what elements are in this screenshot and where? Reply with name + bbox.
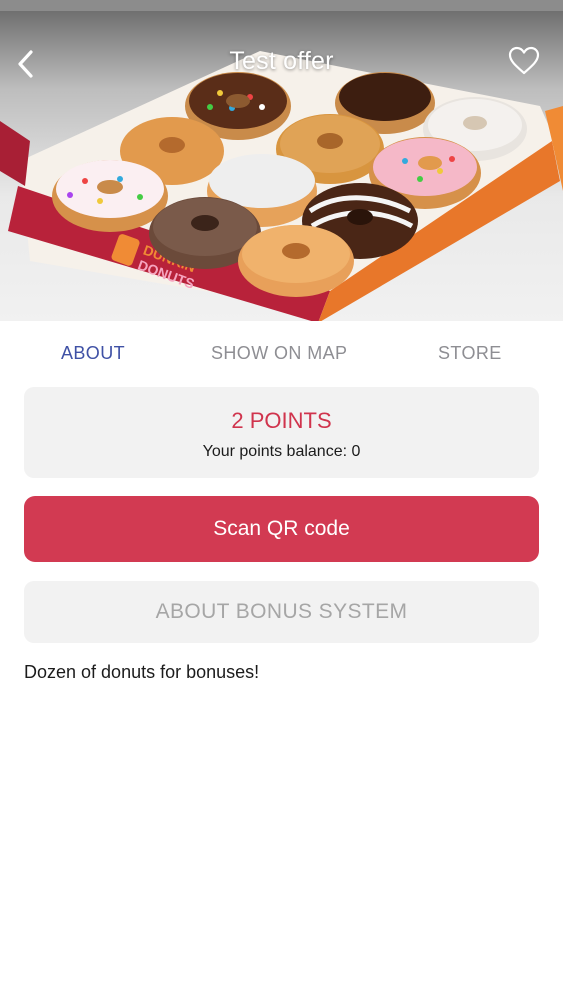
- tab-about[interactable]: ABOUT: [61, 343, 125, 364]
- screen: DUNKIN' DONUTS: [0, 0, 563, 1000]
- scan-qr-button[interactable]: Scan QR code: [24, 496, 539, 562]
- points-balance: Your points balance: 0: [202, 443, 361, 460]
- favorite-button[interactable]: [507, 45, 541, 77]
- points-value: 2 POINTS: [231, 408, 332, 433]
- hero-image: DUNKIN' DONUTS: [0, 11, 563, 321]
- offer-description: Dozen of donuts for bonuses!: [24, 662, 260, 682]
- tab-bar: ABOUT SHOW ON MAP STORE: [0, 321, 563, 387]
- about-bonus-system-button[interactable]: ABOUT BONUS SYSTEM: [24, 581, 539, 643]
- points-card: 2 POINTS Your points balance: 0: [24, 387, 539, 478]
- status-bar: [0, 0, 563, 11]
- tab-show-on-map[interactable]: SHOW ON MAP: [211, 343, 347, 364]
- page-title: Test offer: [229, 47, 334, 75]
- tab-store[interactable]: STORE: [438, 343, 502, 364]
- heart-outline-icon: [508, 46, 540, 75]
